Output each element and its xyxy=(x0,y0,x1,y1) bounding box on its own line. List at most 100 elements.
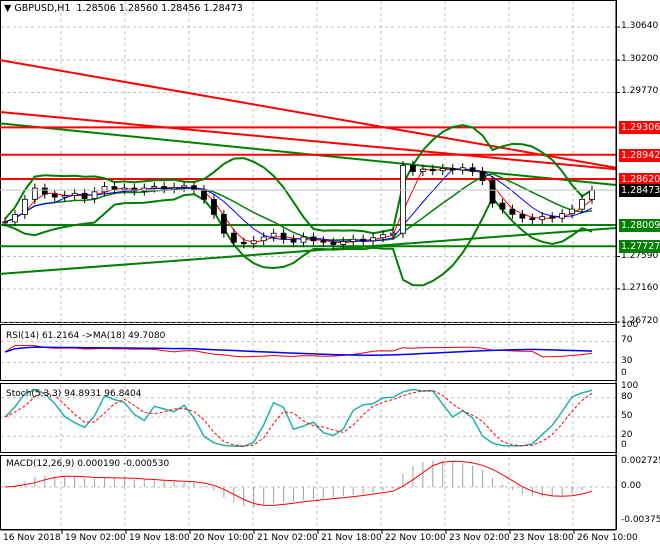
macd-axis-label: -0.003759 xyxy=(621,515,660,525)
candle-body xyxy=(380,234,386,239)
symbol-label: GBPUSD,H1 xyxy=(14,3,71,14)
candle-body xyxy=(340,241,347,245)
time-axis-label: 21 Nov 02:00 xyxy=(257,533,318,543)
time-axis-label: 20 Nov 10:00 xyxy=(193,533,254,543)
candle-body xyxy=(330,241,337,245)
dropdown-triangle-icon[interactable]: ▼ xyxy=(4,3,11,14)
candle-body xyxy=(61,195,68,198)
stoch-axis-label: 0 xyxy=(621,440,627,450)
candle-body xyxy=(121,187,128,190)
time-axis-label: 19 Nov 18:00 xyxy=(129,533,190,543)
candle-body xyxy=(469,167,476,172)
time-axis-label: 23 Nov 02:00 xyxy=(449,533,510,543)
rsi-axis-label: 30 xyxy=(621,356,633,366)
candle-body xyxy=(300,236,307,243)
candle-body xyxy=(529,217,536,221)
macd-title: MACD(12,26,9) 0.000190 -0.000530 xyxy=(6,459,170,469)
time-axis-label: 19 Nov 02:00 xyxy=(65,533,126,543)
time-axis-label: 21 Nov 18:00 xyxy=(321,533,382,543)
low-value: 1.28456 xyxy=(161,3,201,14)
rsi-ma-line xyxy=(4,346,593,356)
candle-body xyxy=(240,241,247,245)
candle-body xyxy=(439,168,446,172)
current-price-label: 1.28473 xyxy=(619,184,660,198)
price-axis-label: 1.27160 xyxy=(621,282,659,293)
candle-body xyxy=(191,185,197,190)
candle-body xyxy=(21,198,28,215)
candle-body xyxy=(499,202,506,210)
candle-body xyxy=(71,192,78,196)
candle-body xyxy=(390,232,396,236)
candle-body xyxy=(579,198,585,210)
candle-body xyxy=(51,193,58,198)
candle-body xyxy=(509,208,516,215)
candle-body xyxy=(41,187,48,195)
rsi-axis-label: 70 xyxy=(621,335,633,345)
candle-body xyxy=(230,232,237,243)
candle-body xyxy=(290,238,297,243)
candle-body xyxy=(151,186,158,189)
candle-body xyxy=(519,213,526,219)
candle-body xyxy=(280,232,287,240)
price-axis-label: 1.30640 xyxy=(621,21,659,31)
candle-body xyxy=(459,167,466,171)
price-axis-label: 1.29770 xyxy=(621,86,659,97)
stoch-axis-label: 80 xyxy=(621,392,633,402)
time-axis-label: 23 Nov 18:00 xyxy=(513,533,574,543)
metatrader-chart-window[interactable]: ▼ GBPUSD,H1 1.28506 1.28560 1.28456 1.28… xyxy=(0,0,660,550)
candle-body xyxy=(141,187,148,192)
high-value: 1.28560 xyxy=(118,3,159,14)
candle-body xyxy=(350,238,357,242)
candle-body xyxy=(320,240,327,243)
stoch-title: Stoch(5,3,3) 94.8931 96.8404 xyxy=(6,389,142,399)
candle-body xyxy=(270,232,277,238)
candle-body xyxy=(400,165,406,234)
level-price-label: 1.29306 xyxy=(619,121,660,135)
candle-body xyxy=(250,240,257,245)
macd-axis-label: 0.002725 xyxy=(621,456,660,466)
candle-body xyxy=(171,186,178,190)
candle-body xyxy=(161,186,168,190)
candle-body xyxy=(589,189,595,200)
candle-body xyxy=(449,168,456,171)
level-price-label: 1.27727 xyxy=(619,240,660,254)
candle-body xyxy=(419,168,426,172)
trend-line xyxy=(0,226,617,275)
rsi-title: RSI(14) 61.2164 ->MA(18) 49.7080 xyxy=(6,331,166,341)
candle-body xyxy=(181,185,187,188)
level-price-label: 1.28942 xyxy=(619,148,660,162)
time-axis-label: 26 Nov 10:00 xyxy=(577,533,638,543)
candle-body xyxy=(2,221,8,224)
chart-header: ▼ GBPUSD,H1 1.28506 1.28560 1.28456 1.28… xyxy=(4,3,243,14)
level-price-label: 1.28009 xyxy=(619,219,660,232)
candle-body xyxy=(410,165,416,172)
macd-axis-label: 0.00 xyxy=(621,481,642,491)
candle-body xyxy=(220,213,227,234)
candle-body xyxy=(81,192,88,199)
close-value: 1.28473 xyxy=(203,3,243,14)
candle-body xyxy=(211,198,217,215)
candle-body xyxy=(559,213,566,219)
candle-body xyxy=(310,236,317,242)
time-axis-label: 22 Nov 10:00 xyxy=(385,533,446,543)
stoch-axis-label: 100 xyxy=(621,381,639,391)
candle-body xyxy=(101,186,108,193)
candle-body xyxy=(91,191,98,199)
rsi-axis-label: 100 xyxy=(621,320,639,330)
candle-body xyxy=(12,213,18,223)
candle-body xyxy=(479,171,486,181)
candle-body xyxy=(569,208,576,215)
candle-body xyxy=(260,236,267,242)
trend-line xyxy=(0,59,617,169)
candle-body xyxy=(370,237,377,242)
time-axis-label: 16 Nov 2018 xyxy=(3,533,61,543)
candle-body xyxy=(549,216,556,219)
candle-body xyxy=(429,168,436,172)
stoch-axis-label: 50 xyxy=(621,411,633,421)
candle-body xyxy=(360,238,367,242)
price-axis-label: 1.30200 xyxy=(621,54,659,65)
open-value: 1.28506 xyxy=(76,3,116,14)
candle-body xyxy=(539,216,546,221)
rsi-axis-label: 0 xyxy=(621,368,627,378)
candle-body xyxy=(489,180,496,204)
